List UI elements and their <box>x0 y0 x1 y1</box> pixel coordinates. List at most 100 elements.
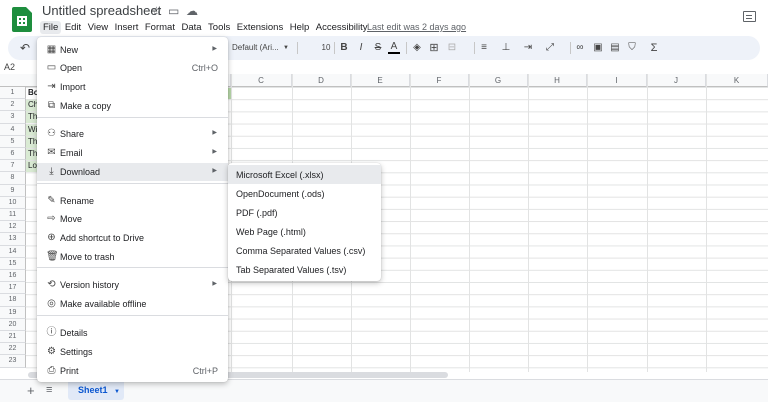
download-option-ods[interactable]: OpenDocument (.ods) <box>228 184 381 203</box>
add-sheet-button[interactable]: + <box>27 383 35 398</box>
column-header-e[interactable]: E <box>351 74 410 87</box>
text-color-button[interactable]: A <box>388 40 400 54</box>
file-menu-item-print[interactable]: ⎙ Print Ctrl+P <box>37 362 228 380</box>
row-header-23[interactable]: 23 <box>0 355 26 368</box>
file-menu-item-move[interactable]: ⇨ Move <box>37 210 228 228</box>
font-size-input[interactable]: 10 <box>320 40 332 56</box>
file-menu-item-new[interactable]: ▦ New ▶ <box>37 41 228 59</box>
filter-icon[interactable]: ⛉ <box>626 40 638 56</box>
last-edit-link[interactable]: Last edit was 2 days ago <box>367 22 466 32</box>
row-header-20[interactable]: 20 <box>0 318 26 331</box>
menu-edit[interactable]: Edit <box>62 21 84 34</box>
vertical-align-icon[interactable]: ⊥ <box>500 40 512 56</box>
download-option-html[interactable]: Web Page (.html) <box>228 222 381 241</box>
menu-tools[interactable]: Tools <box>205 21 233 34</box>
menu-accessibility[interactable]: Accessibility <box>313 21 371 34</box>
chevron-down-icon[interactable]: ▼ <box>114 389 120 395</box>
file-menu-item-make-available-offline[interactable]: ◎ Make available offline <box>37 295 228 313</box>
row-header-15[interactable]: 15 <box>0 257 26 270</box>
download-option-xlsx[interactable]: Microsoft Excel (.xlsx) <box>228 165 381 184</box>
all-sheets-icon[interactable]: ≡ <box>46 384 52 396</box>
undo-icon[interactable]: ↶ <box>18 40 32 56</box>
fill-color-icon[interactable]: ◈ <box>411 40 423 56</box>
menu-divider <box>37 315 228 316</box>
insert-comment-icon[interactable]: ▣ <box>592 40 604 56</box>
download-option-tsv[interactable]: Tab Separated Values (.tsv) <box>228 260 381 279</box>
functions-icon[interactable]: Σ <box>648 40 660 56</box>
column-header-d[interactable]: D <box>292 74 351 87</box>
row-header-4[interactable]: 4 <box>0 123 26 136</box>
row-header-6[interactable]: 6 <box>0 148 26 161</box>
file-menu-item-settings[interactable]: ⚙ Settings <box>37 343 228 361</box>
insert-link-icon[interactable]: ∞ <box>574 40 586 56</box>
folder-icon[interactable]: ▭ <box>168 4 179 18</box>
column-header-k[interactable]: K <box>706 74 768 87</box>
file-menu-item-rename[interactable]: ✎ Rename <box>37 192 228 210</box>
row-header-11[interactable]: 11 <box>0 209 26 222</box>
file-menu-item-move-to-trash[interactable]: 🗑 Move to trash <box>37 248 228 266</box>
row-header-17[interactable]: 17 <box>0 282 26 295</box>
column-header-h[interactable]: H <box>528 74 587 87</box>
row-header-2[interactable]: 2 <box>0 99 26 112</box>
italic-button[interactable]: I <box>355 40 367 56</box>
column-header-f[interactable]: F <box>410 74 469 87</box>
column-header-j[interactable]: J <box>647 74 706 87</box>
star-icon[interactable]: ☆ <box>151 4 162 18</box>
download-option-label: OpenDocument (.ods) <box>236 189 325 199</box>
text-rotation-icon[interactable]: ⤢ <box>544 40 556 56</box>
borders-icon[interactable]: ⊞ <box>428 40 440 56</box>
strikethrough-button[interactable]: S <box>372 40 384 56</box>
menu-data[interactable]: Data <box>178 21 204 34</box>
font-name-select[interactable]: Default (Ari... <box>232 40 282 56</box>
column-header-c[interactable]: C <box>231 74 292 87</box>
menu-format[interactable]: Format <box>142 21 178 34</box>
column-header-g[interactable]: G <box>469 74 528 87</box>
insert-chart-icon[interactable]: ▤ <box>609 40 621 56</box>
row-header-8[interactable]: 8 <box>0 172 26 185</box>
row-header-22[interactable]: 22 <box>0 343 26 356</box>
row-header-7[interactable]: 7 <box>0 160 26 173</box>
row-header-12[interactable]: 12 <box>0 221 26 234</box>
file-menu-item-share[interactable]: ⚇ Share ▶ <box>37 125 228 143</box>
row-header-21[interactable]: 21 <box>0 331 26 344</box>
merge-cells-icon[interactable]: ⊟ <box>446 40 458 56</box>
menu-file[interactable]: File <box>40 21 62 34</box>
row-header-19[interactable]: 19 <box>0 306 26 319</box>
row-header-13[interactable]: 13 <box>0 233 26 246</box>
menu-view[interactable]: View <box>85 21 111 34</box>
document-title[interactable]: Untitled spreadsheet <box>42 3 161 18</box>
row-header-10[interactable]: 10 <box>0 196 26 209</box>
bold-button[interactable]: B <box>338 40 350 56</box>
sheet-tab-sheet1[interactable]: Sheet1 ▼ <box>68 380 124 400</box>
menu-insert[interactable]: Insert <box>112 21 142 34</box>
menu-extensions[interactable]: Extensions <box>234 21 286 34</box>
text-wrap-icon[interactable]: ⇥ <box>522 40 534 56</box>
menu-item-label: Import <box>60 82 86 92</box>
column-header-i[interactable]: I <box>587 74 647 87</box>
row-header-14[interactable]: 14 <box>0 245 26 258</box>
row-header-18[interactable]: 18 <box>0 294 26 307</box>
file-menu-item-download[interactable]: ⤓ Download ▶ <box>37 163 228 181</box>
file-menu-item-version-history[interactable]: ⟲ Version history ▶ <box>37 276 228 294</box>
row-header-5[interactable]: 5 <box>0 135 26 148</box>
sheets-logo[interactable] <box>12 7 32 32</box>
menu-item-label: Download <box>60 167 101 177</box>
comment-history-icon[interactable] <box>743 11 756 22</box>
file-menu-item-open[interactable]: ▭ Open Ctrl+O <box>37 59 228 77</box>
file-menu-item-add-shortcut-to-drive[interactable]: ⊕ Add shortcut to Drive <box>37 229 228 247</box>
file-menu-item-import[interactable]: ⇥ Import <box>37 78 228 96</box>
horizontal-align-icon[interactable]: ≡ <box>478 40 490 56</box>
chevron-down-icon[interactable]: ▼ <box>282 40 290 56</box>
cloud-icon[interactable]: ☁ <box>186 4 198 18</box>
download-option-csv[interactable]: Comma Separated Values (.csv) <box>228 241 381 260</box>
file-menu-item-details[interactable]: ⓘ Details <box>37 324 228 342</box>
file-menu-item-email[interactable]: ✉ Email ▶ <box>37 144 228 162</box>
row-header-9[interactable]: 9 <box>0 184 26 197</box>
row-header-3[interactable]: 3 <box>0 111 26 124</box>
download-option-pdf[interactable]: PDF (.pdf) <box>228 203 381 222</box>
menu-help[interactable]: Help <box>287 21 313 34</box>
row-header-16[interactable]: 16 <box>0 270 26 283</box>
file-menu-item-make-a-copy[interactable]: ⧉ Make a copy <box>37 97 228 115</box>
row-header-1[interactable]: 1 <box>0 87 26 100</box>
name-box[interactable]: A2 <box>4 62 15 72</box>
